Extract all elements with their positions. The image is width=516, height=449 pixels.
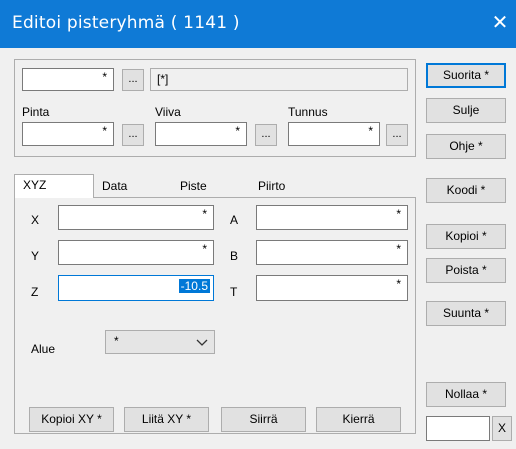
- suunta-button[interactable]: Suunta *: [426, 301, 506, 326]
- kierra-button[interactable]: Kierrä: [316, 407, 401, 432]
- poista-button[interactable]: Poista *: [426, 258, 506, 283]
- close-icon[interactable]: ✕: [488, 9, 512, 37]
- tab-xyz[interactable]: XYZ: [14, 174, 94, 198]
- sulje-button[interactable]: Sulje: [426, 98, 506, 123]
- b-field[interactable]: *: [256, 240, 408, 265]
- a-label: A: [230, 213, 239, 227]
- y-field[interactable]: *: [58, 240, 214, 265]
- pinta-field[interactable]: *: [22, 122, 114, 146]
- x-field[interactable]: *: [58, 205, 214, 230]
- dialog-body: * ... [*] Pinta * ... Viiva * ... Tunnus…: [0, 48, 516, 449]
- tab-data[interactable]: Data: [94, 176, 172, 198]
- tab-piirto[interactable]: Piirto: [250, 176, 328, 198]
- z-value-selected: -10.5: [178, 279, 210, 293]
- z-label: Z: [31, 285, 39, 299]
- x-label: X: [31, 213, 40, 227]
- viiva-label: Viiva: [155, 105, 181, 119]
- pinta-label: Pinta: [22, 105, 50, 119]
- ohje-button[interactable]: Ohje *: [426, 134, 506, 159]
- suorita-button[interactable]: Suorita *: [426, 63, 506, 88]
- alue-select[interactable]: *: [105, 330, 215, 354]
- tunnus-field[interactable]: *: [288, 122, 380, 146]
- b-label: B: [230, 249, 239, 263]
- pinta-browse-button[interactable]: ...: [122, 124, 144, 146]
- koodi-button[interactable]: Koodi *: [426, 178, 506, 203]
- xyz-tab-panel: [14, 197, 416, 434]
- tunnus-browse-button[interactable]: ...: [386, 124, 408, 146]
- x-button[interactable]: X: [492, 416, 512, 441]
- window-title: Editoi pisteryhmä ( 1141 ): [12, 13, 240, 33]
- y-label: Y: [31, 249, 40, 263]
- a-field[interactable]: *: [256, 205, 408, 230]
- code-browse-button[interactable]: ...: [122, 69, 144, 91]
- nollaa-button[interactable]: Nollaa *: [426, 382, 506, 407]
- siirra-button[interactable]: Siirrä: [221, 407, 306, 432]
- t-label: T: [230, 285, 238, 299]
- liita-xy-button[interactable]: Liitä XY *: [124, 407, 209, 432]
- code-field[interactable]: *: [22, 68, 114, 91]
- viiva-browse-button[interactable]: ...: [255, 124, 277, 146]
- tab-piste[interactable]: Piste: [172, 176, 250, 198]
- t-field[interactable]: *: [256, 275, 408, 301]
- nollaa-value-field[interactable]: [426, 416, 490, 441]
- title-bar: Editoi pisteryhmä ( 1141 ) ✕: [0, 0, 516, 48]
- kopioi-button[interactable]: Kopioi *: [426, 224, 506, 249]
- alue-label: Alue: [31, 342, 56, 356]
- kopioi-xy-button[interactable]: Kopioi XY *: [29, 407, 114, 432]
- viiva-field[interactable]: *: [155, 122, 247, 146]
- z-field[interactable]: -10.5: [58, 275, 214, 301]
- description-field[interactable]: [*]: [150, 68, 408, 91]
- tunnus-label: Tunnus: [288, 105, 328, 119]
- chevron-down-icon: [196, 339, 208, 346]
